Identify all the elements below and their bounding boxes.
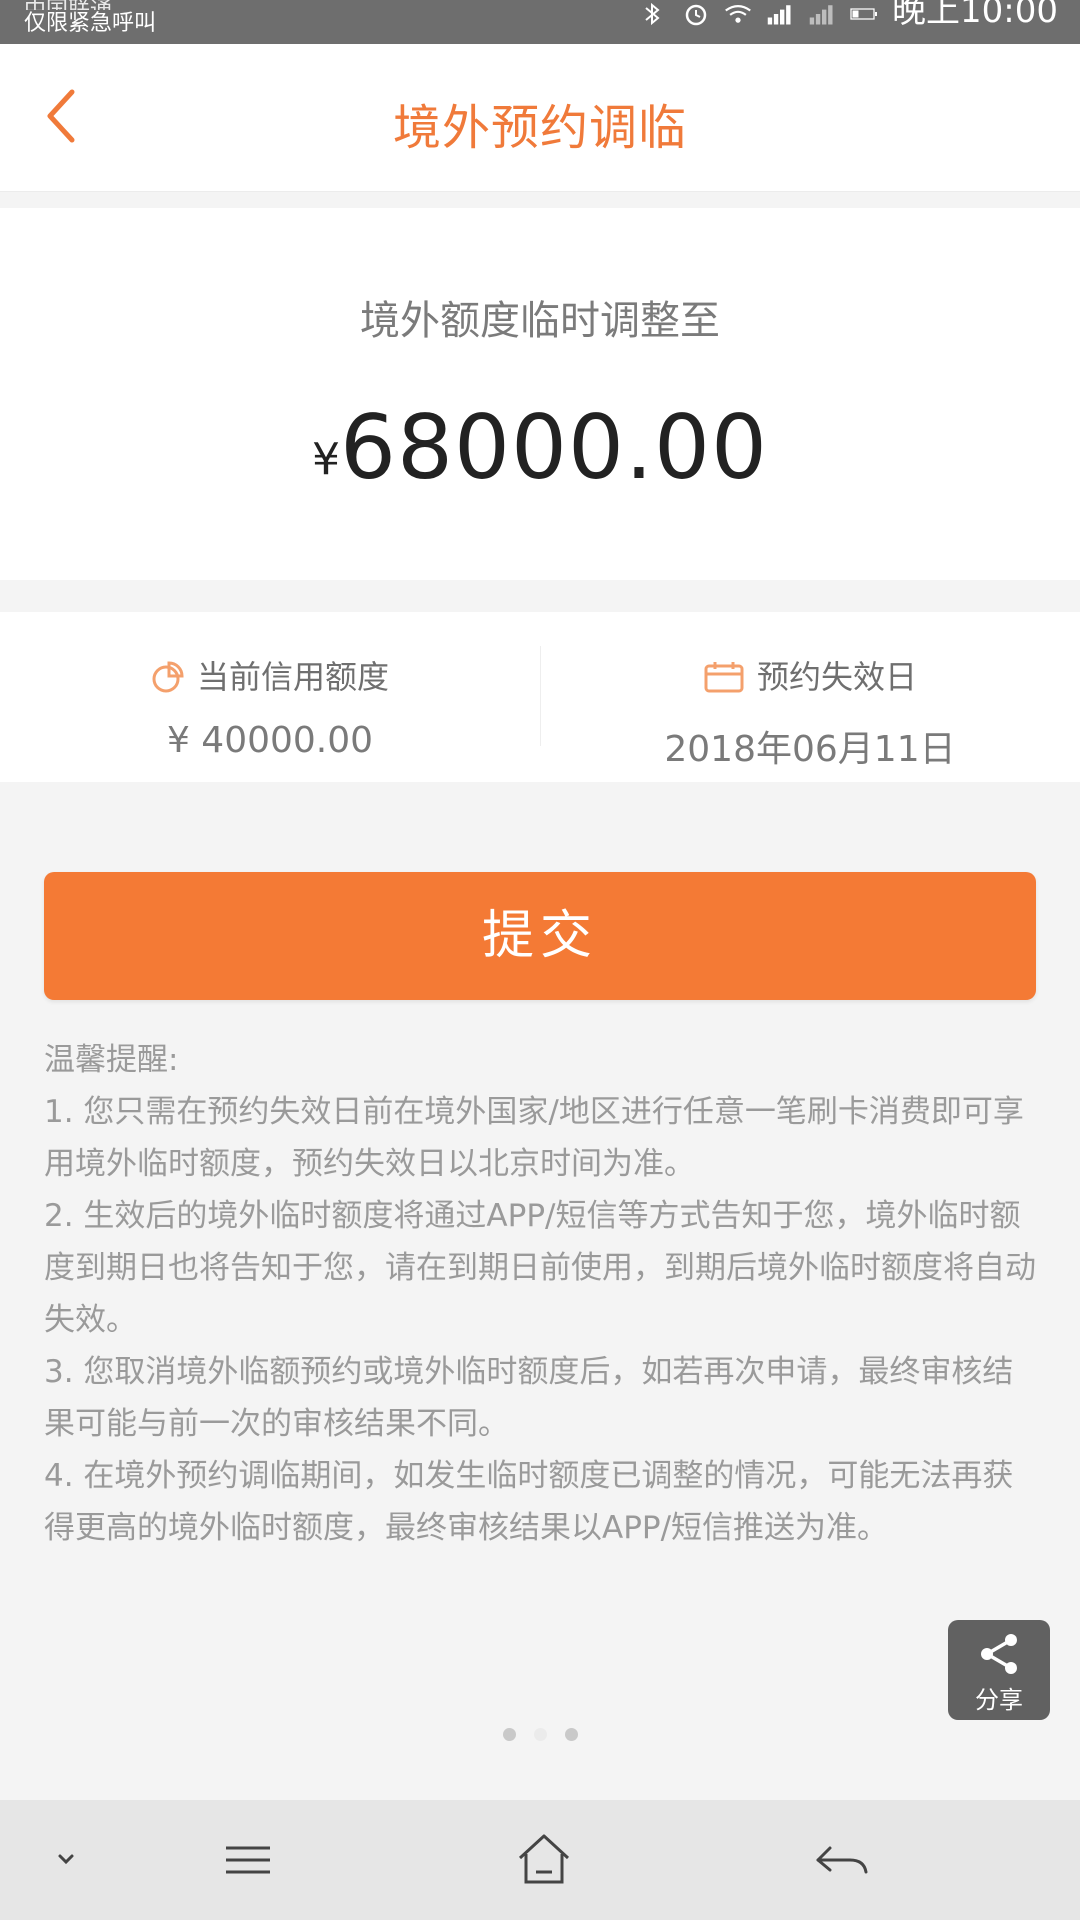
expiry-value: 2018年06月11日 bbox=[664, 729, 956, 770]
currency-symbol: ¥ bbox=[312, 434, 341, 485]
share-button[interactable]: 分享 bbox=[948, 1620, 1050, 1720]
carrier-text: 中国联通 bbox=[24, 0, 156, 10]
home-icon[interactable] bbox=[512, 1828, 576, 1892]
page-dot bbox=[502, 1728, 516, 1741]
clock: 晚上10:00 bbox=[892, 0, 1058, 31]
amount-card: 境外额度临时调整至 ¥68000.00 bbox=[0, 208, 1080, 580]
chevron-down-icon[interactable] bbox=[34, 1828, 98, 1892]
signal-icon-2 bbox=[809, 5, 833, 25]
system-nav-bar bbox=[0, 1800, 1080, 1920]
battery-icon bbox=[850, 8, 878, 20]
status-bar: 中国联通 仅限紧急呼叫 bbox=[0, 0, 1080, 44]
status-right: 晚上10:00 bbox=[640, 0, 1058, 44]
page-title: 境外预约调临 bbox=[392, 100, 687, 156]
tip-item: 1. 您只需在预约失效日前在境外国家/地区进行任意一笔刷卡消费即可享用境外临时额… bbox=[44, 1094, 1024, 1182]
amount-label: 境外额度临时调整至 bbox=[360, 298, 720, 344]
pie-chart-icon bbox=[152, 661, 184, 693]
tips-section: 温馨提醒: 1. 您只需在预约失效日前在境外国家/地区进行任意一笔刷卡消费即可享… bbox=[44, 1034, 1036, 1554]
back-icon[interactable] bbox=[810, 1828, 874, 1892]
current-credit-label: 当前信用额度 bbox=[196, 658, 389, 696]
page-indicator bbox=[0, 1726, 1080, 1745]
page-dot-active bbox=[533, 1728, 547, 1741]
credit-info-row: 当前信用额度 ¥ 40000.00 预约失效日 2018年06月11日 bbox=[0, 612, 1080, 782]
emergency-only-text: 仅限紧急呼叫 bbox=[24, 11, 157, 36]
calendar-icon bbox=[704, 662, 744, 693]
screen: 中国联通 仅限紧急呼叫 bbox=[0, 0, 1080, 1920]
current-credit-block: 当前信用额度 ¥ 40000.00 bbox=[0, 612, 540, 782]
submit-button[interactable]: 提交 bbox=[44, 872, 1036, 1000]
page-dot bbox=[564, 1728, 578, 1741]
share-icon bbox=[981, 1634, 1017, 1674]
tip-item: 2. 生效后的境外临时额度将通过APP/短信等方式告知于您，境外临时额度到期日也… bbox=[44, 1198, 1036, 1338]
expiry-label: 预约失效日 bbox=[756, 658, 917, 696]
tips-heading: 温馨提醒: bbox=[44, 1042, 179, 1078]
menu-icon[interactable] bbox=[216, 1828, 280, 1892]
amount-display: ¥68000.00 bbox=[0, 396, 1080, 499]
status-left: 中国联通 仅限紧急呼叫 bbox=[24, 0, 156, 38]
expiry-label-row: 预约失效日 bbox=[540, 652, 1080, 698]
wifi-icon bbox=[725, 5, 751, 23]
bluetooth-icon bbox=[645, 2, 660, 26]
tip-item: 4. 在境外预约调临期间，如发生临时额度已调整的情况，可能无法再获得更高的境外临… bbox=[44, 1458, 1014, 1546]
amount-value: 68000.00 bbox=[340, 396, 768, 499]
app-header: 境外预约调临 bbox=[0, 44, 1080, 192]
current-credit-value: ¥ 40000.00 bbox=[166, 720, 374, 761]
tip-item: 3. 您取消境外临额预约或境外临时额度后，如若再次申请，最终审核结果可能与前一次… bbox=[44, 1354, 1014, 1442]
signal-icon bbox=[767, 5, 791, 25]
current-credit-label-row: 当前信用额度 bbox=[0, 652, 540, 698]
share-label: 分享 bbox=[975, 1686, 1023, 1714]
alarm-icon bbox=[685, 4, 707, 26]
expiry-block: 预约失效日 2018年06月11日 bbox=[540, 612, 1080, 782]
